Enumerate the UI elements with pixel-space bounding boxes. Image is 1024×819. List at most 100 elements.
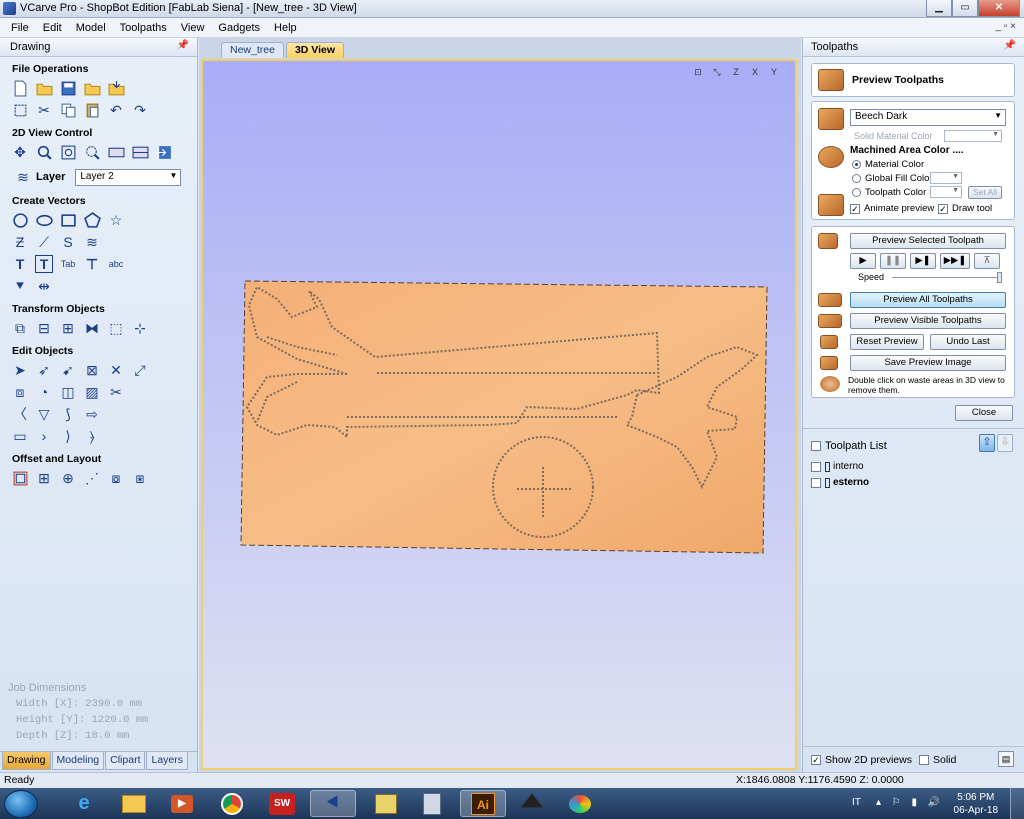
calculator-icon[interactable] <box>412 790 452 817</box>
cut-icon[interactable]: ✂ <box>35 101 53 119</box>
node-edit-icon[interactable]: ➶ <box>35 361 53 379</box>
close-vector-icon[interactable]: › <box>35 427 53 445</box>
tray-icons[interactable]: ▴ ⚐ ▮ 🔊 <box>876 797 944 808</box>
tab-clipart[interactable]: Clipart <box>105 752 146 770</box>
language-indicator[interactable]: IT <box>852 797 861 808</box>
pan-icon[interactable]: ✥ <box>11 143 29 161</box>
curve-fit-icon[interactable]: ⟆ <box>59 405 77 423</box>
checkbox[interactable] <box>811 477 821 488</box>
bend-text-icon[interactable]: ⊤ <box>83 255 101 273</box>
import-icon[interactable] <box>107 79 125 97</box>
document-icon[interactable]: ▤ <box>998 751 1014 767</box>
rectangle-icon[interactable] <box>59 211 77 229</box>
preview-selected-toolpath-button[interactable]: Preview Selected Toolpath <box>850 233 1006 249</box>
radio-button[interactable] <box>852 174 861 183</box>
view-y-icon[interactable]: Y <box>765 67 783 81</box>
save-file-icon[interactable] <box>59 79 77 97</box>
view-z-icon[interactable]: Z <box>727 67 745 81</box>
chamfer-icon[interactable]: ⦒ <box>83 427 101 445</box>
tab-new-tree[interactable]: New_tree <box>221 42 284 58</box>
menu-help[interactable]: Help <box>267 22 304 34</box>
toolpath-color-swatch[interactable]: ▼ <box>930 186 962 198</box>
solidworks-icon[interactable]: SW <box>262 790 302 817</box>
mirror-icon[interactable]: ⧓ <box>83 319 101 337</box>
checkbox[interactable]: ✓ <box>938 203 948 214</box>
step-forward-button[interactable]: ▶❚ <box>910 253 936 269</box>
view-x-icon[interactable]: X <box>746 67 764 81</box>
draw-tool-checkbox[interactable]: ✓ Draw tool <box>938 203 992 214</box>
tab-drawing[interactable]: Drawing <box>2 752 51 770</box>
select-all-checkbox[interactable] <box>811 441 821 451</box>
move-down-icon[interactable]: ⇩ <box>997 434 1013 452</box>
offset-arrow-icon[interactable]: ⇨ <box>83 405 101 423</box>
show-2d-previews-checkbox[interactable]: ✓ Show 2D previews <box>811 754 912 766</box>
undo-icon[interactable]: ↶ <box>107 101 125 119</box>
group-icon[interactable]: ⊞ <box>59 319 77 337</box>
zoom-in-icon[interactable] <box>35 143 53 161</box>
array-copy-icon[interactable]: ⊕ <box>59 469 77 487</box>
copy-along-icon[interactable]: ⋰ <box>83 469 101 487</box>
inkscape-icon[interactable] <box>512 790 552 817</box>
view-3d-icon[interactable] <box>155 143 173 161</box>
maximize-button[interactable]: ▭ <box>952 0 978 17</box>
align-icon[interactable]: ⊟ <box>35 319 53 337</box>
undo-last-button[interactable]: Undo Last <box>930 334 1006 350</box>
pin-icon[interactable]: 📌 <box>177 40 189 51</box>
internet-explorer-icon[interactable]: e <box>64 790 104 817</box>
wave-icon[interactable]: ≋ <box>83 233 101 251</box>
paste-icon[interactable] <box>83 101 101 119</box>
menu-file[interactable]: File <box>4 22 36 34</box>
fillet-icon[interactable]: ⯆ <box>11 277 29 295</box>
intersect-icon[interactable]: ◫ <box>59 383 77 401</box>
checkbox[interactable]: ✓ <box>850 203 860 214</box>
delete-nodes-icon[interactable]: ✕ <box>107 361 125 379</box>
open-file-icon[interactable] <box>35 79 53 97</box>
tab-layers[interactable]: Layers <box>146 752 188 770</box>
circle-icon[interactable] <box>11 211 29 229</box>
spline-icon[interactable]: S <box>59 233 77 251</box>
polyline-icon[interactable]: Ƶ <box>11 233 29 251</box>
ellipse-icon[interactable] <box>35 211 53 229</box>
checkbox[interactable] <box>811 461 821 472</box>
scale-icon[interactable]: ⬚ <box>107 319 125 337</box>
iso-view-icon[interactable]: ⤡ <box>708 67 726 81</box>
trim-icon[interactable]: ✂ <box>107 383 125 401</box>
dimension-icon[interactable]: abc <box>107 255 125 273</box>
zoom-box-icon[interactable] <box>83 143 101 161</box>
menu-edit[interactable]: Edit <box>36 22 69 34</box>
select-icon[interactable]: ➤ <box>11 361 29 379</box>
move-icon[interactable]: ⧉ <box>11 319 29 337</box>
view-layout-icon[interactable] <box>131 143 149 161</box>
radio-global-fill-color[interactable]: Global Fill Color <box>852 173 933 184</box>
set-all-button[interactable]: Set All <box>968 186 1002 199</box>
fill-icon[interactable]: ▨ <box>83 383 101 401</box>
star-icon[interactable]: ☆ <box>107 211 125 229</box>
mdi-controls[interactable]: _ ▫ × <box>995 21 1016 32</box>
preview-all-toolpaths-button[interactable]: Preview All Toolpaths <box>850 292 1006 308</box>
start-button[interactable] <box>4 790 38 818</box>
open-folder-icon[interactable] <box>83 79 101 97</box>
copy-icon[interactable] <box>59 101 77 119</box>
redo-icon[interactable]: ↷ <box>131 101 149 119</box>
close-window-button[interactable]: ✕ <box>978 0 1020 17</box>
menu-toolpaths[interactable]: Toolpaths <box>113 22 174 34</box>
show-desktop-button[interactable] <box>1010 788 1024 819</box>
new-file-icon[interactable] <box>11 79 29 97</box>
pin-icon[interactable]: 📌 <box>1004 40 1016 51</box>
set-origin-icon[interactable]: ⊹ <box>131 319 149 337</box>
reset-preview-button[interactable]: Reset Preview <box>850 334 924 350</box>
zoom-extents-icon[interactable] <box>59 143 77 161</box>
extend-icon[interactable]: ⤢ <box>131 361 149 379</box>
skip-to-end-button[interactable]: ⊼ <box>974 253 1000 269</box>
material-select[interactable]: Beech Dark ▼ <box>850 109 1006 126</box>
offset-icon[interactable] <box>11 469 29 487</box>
menu-model[interactable]: Model <box>69 22 113 34</box>
smooth-icon[interactable]: ▭ <box>11 427 29 445</box>
menu-gadgets[interactable]: Gadgets <box>211 22 267 34</box>
nesting-icon[interactable]: ⧇ <box>107 469 125 487</box>
menu-view[interactable]: View <box>174 22 212 34</box>
subtract-icon[interactable]: ◔ <box>35 383 53 401</box>
animate-preview-checkbox[interactable]: ✓ Animate preview <box>850 203 934 214</box>
pause-button[interactable]: ❚❚ <box>880 253 906 269</box>
checkbox[interactable]: ✓ <box>811 755 821 765</box>
